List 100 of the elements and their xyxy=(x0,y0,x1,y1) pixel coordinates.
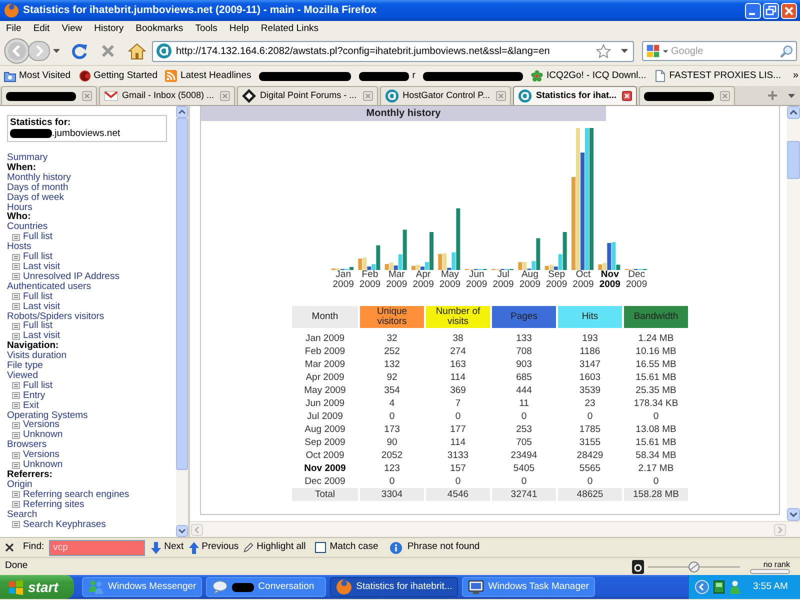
menu-item[interactable]: History xyxy=(91,24,127,34)
menu-link[interactable]: Full list xyxy=(23,321,53,332)
menu-link[interactable]: Unknown xyxy=(23,460,63,470)
dropdown-icon[interactable] xyxy=(663,50,668,52)
menu-item[interactable]: View xyxy=(58,24,86,34)
tab[interactable] xyxy=(639,86,736,105)
menu-link[interactable]: Origin xyxy=(7,480,32,490)
menu-link[interactable]: Hosts xyxy=(7,242,32,252)
match-case-checkbox[interactable] xyxy=(314,542,326,553)
restore-button[interactable] xyxy=(763,2,779,18)
home-button[interactable] xyxy=(128,42,146,60)
menu-link[interactable]: Referring search engines xyxy=(23,490,130,500)
menu-item[interactable]: Related Links xyxy=(258,24,322,34)
menu-link[interactable]: Full list xyxy=(23,232,53,242)
search-icon[interactable] xyxy=(780,44,793,58)
bookmark-item[interactable]: Getting Started xyxy=(76,68,160,84)
scroll-up-icon[interactable] xyxy=(176,106,188,118)
back-button[interactable] xyxy=(4,38,30,64)
star-icon[interactable] xyxy=(596,44,611,58)
axis-label: Apr 2009 xyxy=(412,270,435,290)
menu-link[interactable]: Exit xyxy=(23,400,39,411)
menu-link[interactable]: Referring sites xyxy=(23,500,84,510)
menu-link[interactable]: Last visit xyxy=(23,262,60,272)
menu-link[interactable]: Browsers xyxy=(7,440,47,450)
scroll-up-icon[interactable] xyxy=(787,106,800,119)
menu-link[interactable]: Viewed xyxy=(7,370,38,381)
menu-link[interactable]: Visits duration xyxy=(7,351,66,362)
menu-link[interactable]: File type xyxy=(7,361,43,371)
checkbox-label[interactable]: Match case xyxy=(330,540,378,555)
menu-link[interactable]: Full list xyxy=(23,292,53,302)
scroll-down-icon[interactable] xyxy=(176,525,188,537)
bookmark-item[interactable]: ICQ2Go! - ICQ Downl... xyxy=(529,68,648,84)
list-icon xyxy=(12,254,20,261)
menu-link[interactable]: Operating Systems xyxy=(7,410,88,420)
address-bar[interactable]: http://174.132.164.6:2082/awstats.pl?config=ihatebrit.jumboviews.net&ssl=&lang=en xyxy=(152,40,634,62)
highlight-all-button[interactable]: Highlight all xyxy=(242,540,306,555)
menu-item[interactable]: Tools xyxy=(192,24,220,34)
minimize-button[interactable] xyxy=(745,2,761,18)
menu-link[interactable]: Days of week xyxy=(7,192,64,203)
menu-link[interactable]: Monthly history xyxy=(7,172,71,183)
menu-item[interactable]: File xyxy=(3,24,24,34)
tab[interactable]: Statistics for ihat... xyxy=(512,86,638,105)
menu-link[interactable]: Days of month xyxy=(7,182,68,193)
menu-link[interactable]: Unknown xyxy=(23,430,63,440)
menu-link[interactable]: Search Keyphrases xyxy=(23,520,106,530)
search-bar[interactable]: Google xyxy=(642,41,797,61)
scrollbar-thumb[interactable] xyxy=(176,118,188,470)
scrollbar[interactable] xyxy=(787,106,800,521)
menu-item[interactable]: Edit xyxy=(30,24,53,34)
dropdown-icon[interactable] xyxy=(53,49,60,53)
address-field[interactable]: http://174.132.164.6:2082/awstats.pl?config=ihatebrit.jumboviews.net&ssl=&lang=en xyxy=(176,43,592,59)
bookmark-item[interactable]: r xyxy=(357,68,418,84)
menu-link[interactable]: Full list xyxy=(23,380,53,391)
menu-item[interactable]: Bookmarks xyxy=(132,24,186,34)
tab[interactable]: Gmail - Inbox (5008) ... xyxy=(99,86,236,105)
menu-link[interactable]: Entry xyxy=(23,390,46,401)
close-icon[interactable] xyxy=(622,91,632,101)
next-button[interactable]: Next xyxy=(151,540,184,555)
menu-link[interactable]: Full list xyxy=(23,252,53,262)
stop-button[interactable] xyxy=(101,44,115,58)
more-bookmarks-button[interactable]: » xyxy=(790,71,800,81)
menu-link[interactable]: Search xyxy=(7,510,38,520)
menu-link[interactable]: Hours xyxy=(7,202,32,212)
bookmark-item[interactable]: Most Visited xyxy=(2,68,73,84)
previous-button[interactable]: Previous xyxy=(188,540,239,555)
menu-link[interactable]: Unresolved IP Address xyxy=(23,272,120,282)
menu-link[interactable]: Robots/Spiders visitors xyxy=(7,312,104,322)
plus-icon[interactable] xyxy=(767,90,778,101)
bookmark-item[interactable]: FASTEST PROXIES LIS... xyxy=(652,68,783,84)
search-engine-icon[interactable] xyxy=(646,44,660,58)
menu-link[interactable]: Countries xyxy=(7,222,48,232)
menu-link[interactable]: Authenticated users xyxy=(7,282,91,292)
scrollbar[interactable] xyxy=(176,106,188,537)
menu-link[interactable]: Versions xyxy=(23,450,60,460)
menu-link[interactable]: Summary xyxy=(7,153,48,163)
tab[interactable]: HostGator Control P... xyxy=(380,86,511,105)
menu-link[interactable]: Last visit xyxy=(23,331,60,342)
scrollbar-thumb[interactable] xyxy=(787,141,800,179)
close-icon[interactable] xyxy=(5,543,14,552)
bookmark-item[interactable]: Latest Headlines xyxy=(163,68,254,84)
reload-button[interactable] xyxy=(71,42,88,60)
dropdown-icon[interactable] xyxy=(621,49,628,53)
taskbar-button[interactable]: Conversation xyxy=(206,577,326,597)
taskbar-button[interactable]: Windows Messenger xyxy=(82,577,202,597)
chevron-icon[interactable] xyxy=(695,580,709,594)
dropdown-icon[interactable] xyxy=(788,94,795,98)
scroll-down-icon[interactable] xyxy=(787,508,800,521)
menu-link[interactable]: Versions xyxy=(23,420,60,430)
search-field[interactable]: Google xyxy=(671,44,777,58)
menu-link[interactable]: Last visit xyxy=(23,302,60,312)
taskbar-button[interactable]: Windows Task Manager xyxy=(462,577,595,597)
close-button[interactable] xyxy=(781,2,797,18)
menu-item[interactable]: Help xyxy=(226,24,252,34)
tab[interactable] xyxy=(1,86,97,105)
screen-icon[interactable] xyxy=(713,580,725,594)
ring-icon[interactable] xyxy=(632,560,644,574)
total-cell: Total xyxy=(292,488,358,501)
start-button[interactable]: start xyxy=(0,575,74,599)
taskbar-button[interactable]: Statistics for ihatebrit... xyxy=(330,577,458,597)
tab[interactable]: Digital Point Forums - ... xyxy=(237,86,378,105)
